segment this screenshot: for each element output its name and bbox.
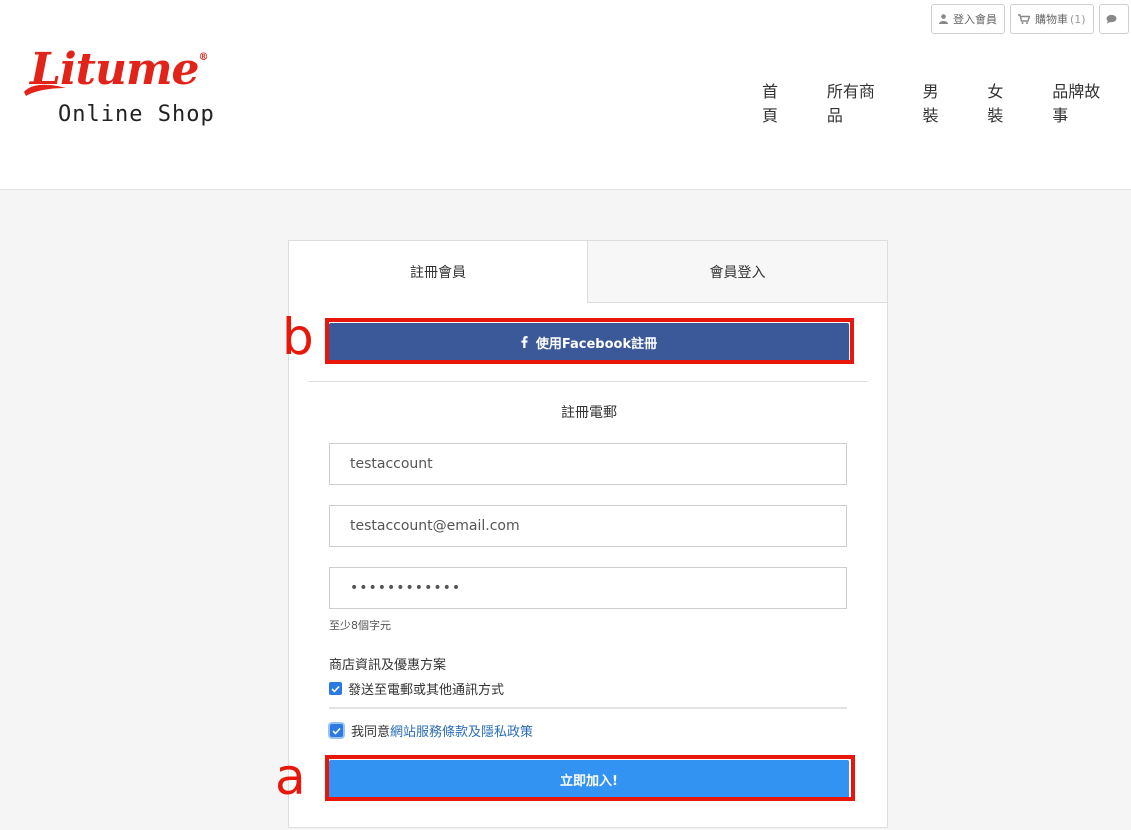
tab-login[interactable]: 會員登入 (587, 241, 887, 303)
check-icon (331, 685, 340, 693)
nav-item-brand-story[interactable]: 品牌故事 (1035, 78, 1131, 126)
promo-checkbox[interactable] (329, 682, 342, 695)
brand-logo[interactable]: Litume® Online Shop (22, 44, 242, 139)
cart-count: (1) (1070, 12, 1086, 26)
login-member-button[interactable]: 登入會員 (931, 4, 1005, 34)
logo-swoosh-icon (24, 84, 66, 96)
check-icon (332, 727, 341, 735)
nav-item-home[interactable]: 首頁 (745, 78, 810, 126)
divider (329, 707, 847, 709)
annotation-label-b: b (282, 308, 314, 366)
nav-item-women[interactable]: 女裝 (970, 78, 1035, 126)
email-input[interactable]: testaccount@email.com (329, 505, 847, 547)
chat-button[interactable] (1098, 4, 1129, 34)
password-hint: 至少8個字元 (329, 619, 391, 632)
registered-mark: ® (198, 52, 209, 63)
login-member-label: 登入會員 (953, 13, 997, 26)
auth-tabs: 註冊會員 會員登入 (289, 241, 887, 303)
promo-checkbox-row: 發送至電郵或其他通訊方式 (329, 679, 504, 698)
annotation-box-a (325, 755, 855, 801)
promo-title: 商店資訊及優惠方案 (329, 658, 447, 673)
chat-icon (1106, 14, 1117, 24)
cart-label: 購物車 (1035, 13, 1068, 26)
main-nav: 首頁 所有商品 男裝 女裝 品牌故事 (745, 78, 1131, 126)
section-title: 註冊電郵 (561, 405, 617, 421)
agree-checkbox-row: 我同意 網站服務條款及隱私政策 (329, 721, 533, 740)
tab-register[interactable]: 註冊會員 (289, 241, 587, 303)
divider (309, 381, 867, 382)
logo-tagline: Online Shop (58, 102, 215, 127)
user-icon (939, 14, 948, 24)
cart-icon (1018, 14, 1030, 24)
annotation-label-a: a (275, 748, 306, 806)
cart-button[interactable]: 購物車 (1) (1010, 4, 1094, 34)
nav-item-men[interactable]: 男裝 (906, 78, 971, 126)
site-header: 登入會員 購物車 (1) Litume® Online Shop 首頁 所有商品… (0, 0, 1131, 190)
nav-item-all-products[interactable]: 所有商品 (810, 78, 906, 126)
password-input[interactable]: •••••••••••• (329, 567, 847, 609)
username-input[interactable]: testaccount (329, 443, 847, 485)
utility-bar: 登入會員 購物車 (1) (931, 4, 1129, 34)
promo-checkbox-label: 發送至電郵或其他通訊方式 (348, 683, 505, 698)
agree-prefix: 我同意 (351, 725, 391, 740)
terms-link[interactable]: 網站服務條款及隱私政策 (390, 721, 533, 740)
agree-checkbox[interactable] (330, 724, 343, 737)
annotation-box-b (325, 318, 854, 364)
